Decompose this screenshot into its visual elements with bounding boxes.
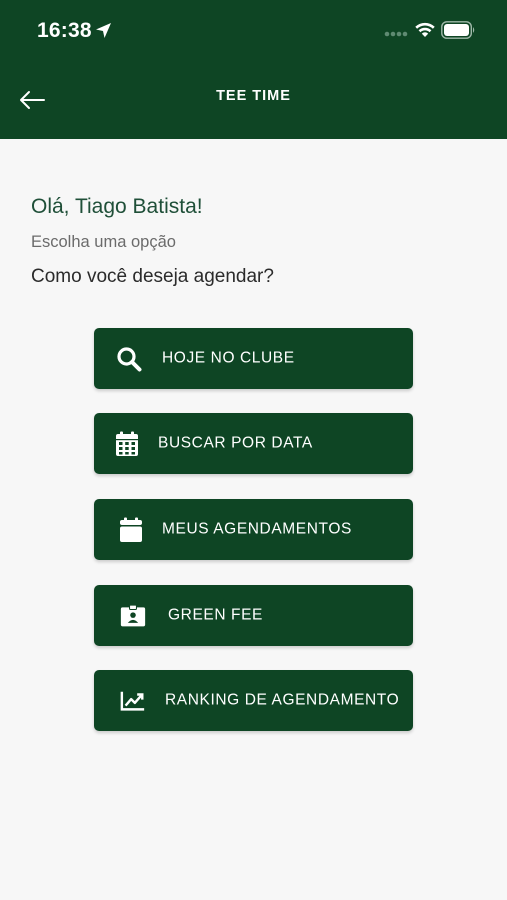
status-bar: 16:38	[0, 0, 507, 62]
wifi-icon	[415, 22, 435, 37]
today-at-club-button[interactable]: HOJE NO CLUBE	[94, 328, 413, 389]
app-header: 16:38 TEE TIME	[0, 0, 507, 139]
question-text: Como você deseja agendar?	[31, 266, 274, 287]
chart-line-icon	[120, 688, 146, 714]
calendar-grid-icon	[114, 431, 140, 457]
search-icon	[116, 346, 142, 372]
cellular-signal-icon	[384, 31, 408, 37]
booking-ranking-button[interactable]: RANKING DE AGENDAMENTO	[94, 670, 413, 731]
menu-label: HOJE NO CLUBE	[162, 348, 295, 366]
search-by-date-button[interactable]: BUSCAR POR DATA	[94, 413, 413, 474]
subtitle-text: Escolha uma opção	[31, 233, 176, 251]
page-title: TEE TIME	[216, 88, 291, 104]
calendar-icon	[118, 517, 144, 543]
menu-label: RANKING DE AGENDAMENTO	[165, 690, 400, 708]
greeting-text: Olá, Tiago Batista!	[31, 195, 203, 218]
menu-label: BUSCAR POR DATA	[158, 433, 313, 451]
menu-label: GREEN FEE	[168, 605, 263, 623]
location-arrow-icon	[96, 23, 111, 38]
menu-label: MEUS AGENDAMENTOS	[162, 519, 352, 537]
id-badge-icon	[120, 603, 146, 629]
my-bookings-button[interactable]: MEUS AGENDAMENTOS	[94, 499, 413, 560]
green-fee-button[interactable]: GREEN FEE	[94, 585, 413, 646]
battery-icon	[441, 21, 475, 39]
status-time: 16:38	[37, 19, 92, 42]
